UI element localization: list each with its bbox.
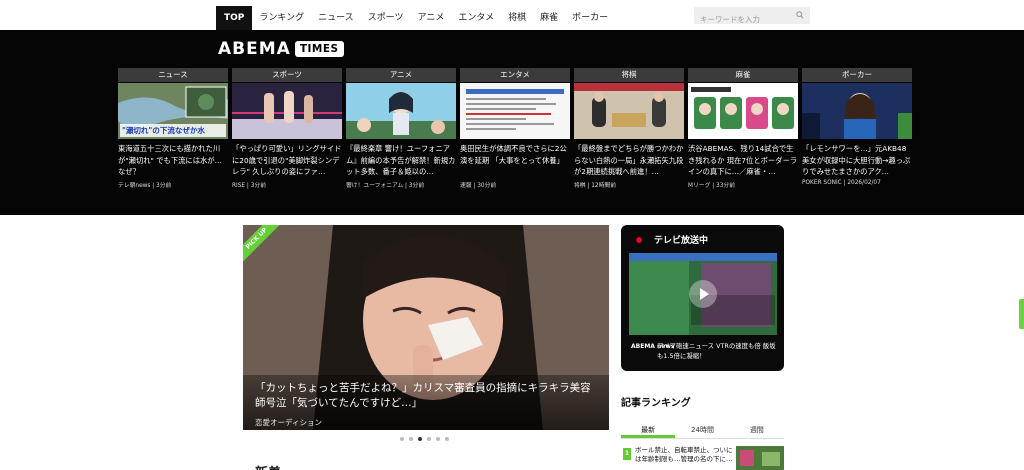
featured-source: 恋愛オーディション [255, 418, 322, 427]
ranking-thumbnail [736, 446, 784, 470]
tab-weekly[interactable]: 週間 [730, 423, 784, 438]
nav-item-anime[interactable]: アニメ [411, 6, 452, 30]
mahjong-thumbnail[interactable] [688, 83, 798, 139]
slider-dot[interactable] [445, 437, 449, 441]
category-label: スポーツ [232, 68, 342, 82]
category-article-title[interactable]: 東海道五十三次にも描かれた川が"瀬切れ" でも下流には水が…なぜ？ [118, 143, 228, 178]
category-article-title[interactable]: 「最終盤までどちらが勝つかわからない白熱の一局」永瀬拓矢九段が2期連続挑戦へ前進… [574, 143, 684, 178]
category-card-entame[interactable]: エンタメ 奥田民生が体調不良でさらに2公演を延期 「大事をとって休養」 速報 |… [460, 68, 570, 189]
category-label: エンタメ [460, 68, 570, 82]
top-navigation: TOP ランキング ニュース スポーツ アニメ エンタメ 将棋 麻雀 ポーカー [0, 0, 1024, 30]
nav-item-ranking[interactable]: ランキング [252, 6, 311, 30]
category-nav: TOP ランキング ニュース スポーツ アニメ エンタメ 将棋 麻雀 ポーカー [216, 6, 615, 30]
live-header: テレビ放送中 [621, 225, 784, 251]
featured-title[interactable]: 「カットちょっと苦手だよね？」カリスマ審査員の指摘にキラキラ美容師号泣「気づいて… [255, 381, 601, 411]
tab-24h[interactable]: 24時間 [675, 423, 729, 438]
category-article-title[interactable]: 『最終楽章 響け！ユーフォニアム』前編の本予告が解禁！新規カット多数、番子＆姫以… [346, 143, 456, 178]
category-label: 麻雀 [688, 68, 798, 82]
live-caption[interactable]: アベマ砲速ニュース VTRの速度も倍 飯坂も1.5倍に凝縮！ [657, 341, 779, 361]
category-article-meta: POKER SONIC | 2026/02/07 [802, 180, 881, 186]
ranking-item[interactable]: 1 ボール禁止、自転車禁止、ついには年齢制限も…管理の名の下に… [621, 446, 784, 470]
play-icon[interactable] [689, 280, 717, 308]
search-input[interactable] [694, 11, 790, 28]
mahjong-image [688, 83, 798, 139]
category-label: ポーカー [802, 68, 912, 82]
rank-number: 1 [623, 448, 631, 460]
category-article-meta: RISE | 3分前 [232, 183, 267, 189]
poker-thumbnail[interactable] [802, 83, 912, 139]
live-video-player[interactable] [629, 253, 777, 335]
ranking-tabs: 最新 24時間 週間 [621, 423, 784, 439]
live-tv-panel[interactable]: テレビ放送中 ABEMA news アベマ砲速ニュース VTRの速度も倍 飯坂も… [621, 225, 784, 371]
category-article-title[interactable]: 「レモンサワーを…」元AKB48美女が収録中に大胆行動→趣っぷりでみせたまさかの… [802, 143, 912, 178]
category-card-mahjong[interactable]: 麻雀 渋谷ABEMAS、残り14試合で生き残れるか 現在7位とボーダーラインの真… [688, 68, 798, 189]
live-label: テレビ放送中 [654, 236, 709, 246]
category-card-sports[interactable]: スポーツ 「やっぱり可愛い」リングサイドに20歳で引退の"美脚炸裂シンデレラ" … [232, 68, 342, 189]
notice-image [460, 83, 570, 139]
ring-image [232, 83, 342, 139]
nav-item-sports[interactable]: スポーツ [361, 6, 411, 30]
sports-thumbnail[interactable] [232, 83, 342, 139]
side-panel-tab[interactable] [1019, 299, 1024, 329]
category-article-meta: 速報 | 30分前 [460, 183, 497, 189]
nav-item-entame[interactable]: エンタメ [451, 6, 501, 30]
slider-dot[interactable] [400, 437, 404, 441]
slider-dot[interactable] [409, 437, 413, 441]
nav-item-mahjong[interactable]: 麻雀 [533, 6, 565, 30]
category-card-anime[interactable]: アニメ 『最終楽章 響け！ユーフォニアム』前編の本予告が解禁！新規カット多数、番… [346, 68, 456, 189]
ranking-title: 記事ランキング [621, 398, 691, 409]
logo-abema-text: ABEMA [218, 39, 291, 59]
abema-times-logo[interactable]: ABEMA TIMES [218, 39, 344, 59]
category-article-meta: Mリーグ | 33分前 [688, 183, 736, 189]
category-card-shogi[interactable]: 将棋 「最終盤までどちらが勝つかわからない白熱の一局」永瀬拓矢九段が2期連続挑戦… [574, 68, 684, 189]
anime-thumbnail[interactable] [346, 83, 456, 139]
news-thumbnail[interactable]: "瀬切れ"の下流なぜか水 [118, 83, 228, 139]
logo-times-badge: TIMES [294, 41, 344, 57]
category-article-title[interactable]: 「やっぱり可愛い」リングサイドに20歳で引退の"美脚炸裂シンデレラ" 久しぶりの… [232, 143, 342, 178]
new-articles-heading: 新着 [255, 462, 281, 470]
search-box [694, 7, 810, 28]
category-card-news[interactable]: ニュース "瀬切れ"の下流なぜか水 東海道五十三次にも描かれた川が"瀬切れ" で… [118, 68, 228, 189]
category-article-title[interactable]: 奥田民生が体調不良でさらに2公演を延期 「大事をとって休養」 [460, 143, 570, 178]
category-article-meta: 響け！ユーフォニアム | 3分前 [346, 183, 425, 189]
entame-thumbnail[interactable] [460, 83, 570, 139]
slider-dot[interactable] [427, 437, 431, 441]
search-icon[interactable] [796, 11, 804, 19]
shogi-image [574, 83, 684, 139]
nav-item-top[interactable]: TOP [216, 6, 253, 30]
thumbnail-caption: "瀬切れ"の下流なぜか水 [120, 124, 226, 137]
anime-image [346, 83, 456, 139]
category-card-poker[interactable]: ポーカー 「レモンサワーを…」元AKB48美女が収録中に大胆行動→趣っぷりでみせ… [802, 68, 912, 189]
category-label: ニュース [118, 68, 228, 82]
category-article-title[interactable]: 渋谷ABEMAS、残り14試合で生き残れるか 現在7位とボーダーラインの真下に…… [688, 143, 798, 178]
hero-section: ABEMA TIMES ニュース "瀬切れ"の下流なぜか水 東海道五十三次にも描… [0, 30, 1024, 215]
tab-latest[interactable]: 最新 [621, 423, 676, 438]
poker-image [802, 83, 912, 139]
category-label: 将棋 [574, 68, 684, 82]
nav-item-poker[interactable]: ポーカー [565, 6, 615, 30]
category-article-meta: テレ朝news | 3分前 [118, 183, 172, 189]
featured-article[interactable]: PICK UP 「カットちょっと苦手だよね？」カリスマ審査員の指摘にキラキラ美容… [243, 225, 609, 430]
ranking-item-title[interactable]: ボール禁止、自転車禁止、ついには年齢制限も…管理の名の下に… [635, 446, 735, 464]
shogi-thumbnail[interactable] [574, 83, 684, 139]
live-indicator-icon [636, 237, 642, 243]
slider-dot[interactable] [436, 437, 440, 441]
nav-item-shogi[interactable]: 将棋 [501, 6, 533, 30]
category-article-meta: 将棋 | 12時間前 [574, 183, 616, 189]
slider-dots [400, 437, 449, 441]
category-label: アニメ [346, 68, 456, 82]
category-cards: ニュース "瀬切れ"の下流なぜか水 東海道五十三次にも描かれた川が"瀬切れ" で… [118, 68, 912, 189]
slider-dot-active[interactable] [418, 437, 422, 441]
nav-item-news[interactable]: ニュース [311, 6, 361, 30]
